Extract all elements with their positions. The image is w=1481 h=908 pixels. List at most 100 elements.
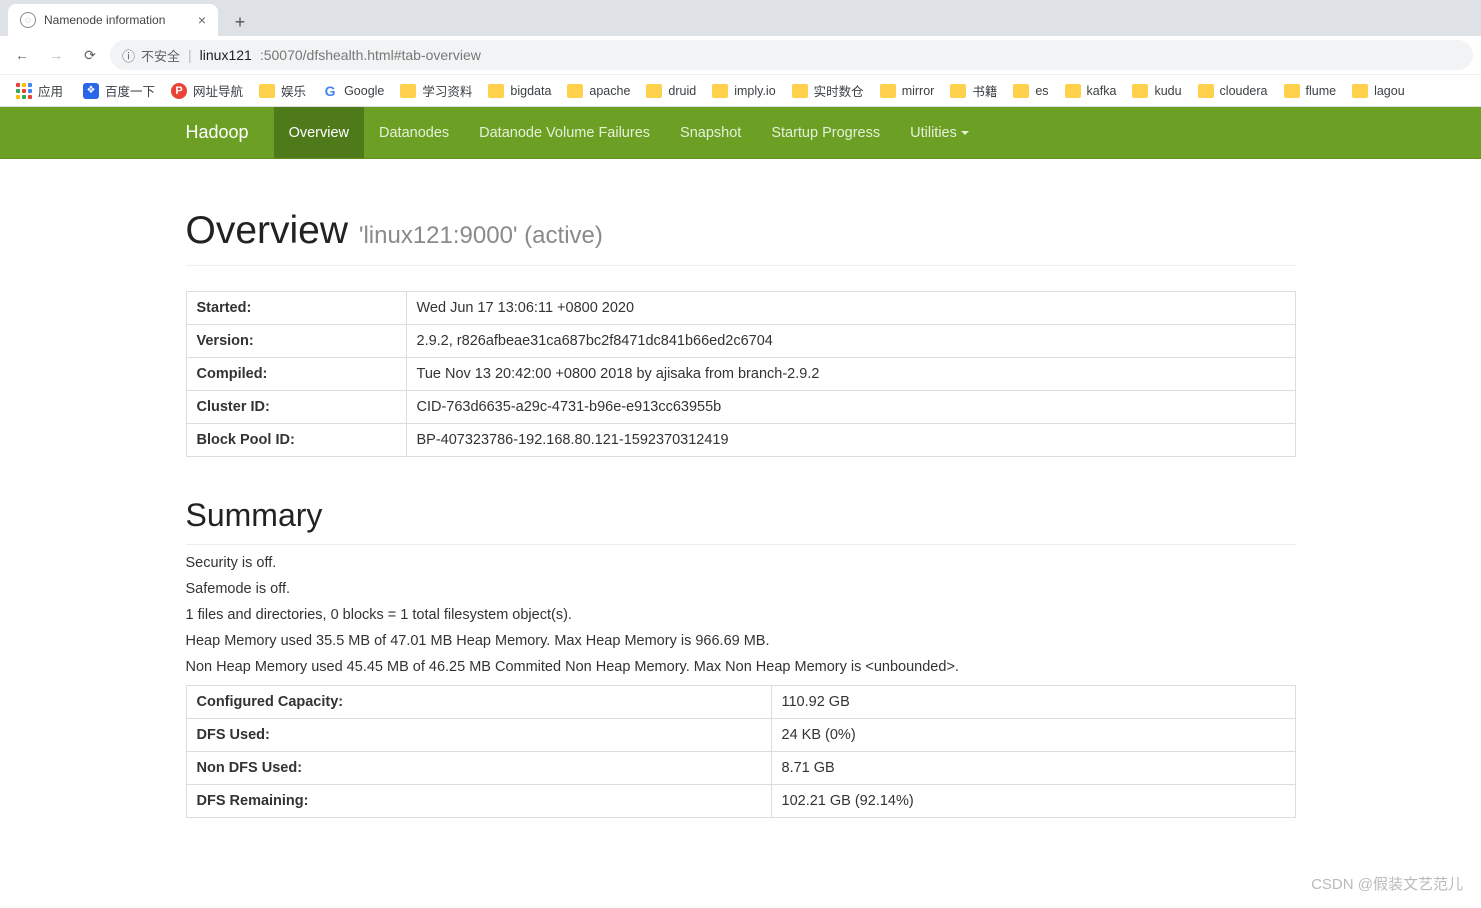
row-value: BP-407323786-192.168.80.121-159237031241…: [406, 424, 1295, 457]
bookmark-item[interactable]: mirror: [872, 77, 943, 104]
globe-icon: ◌: [20, 12, 36, 28]
summary-text: Safemode is off.: [186, 581, 1296, 597]
browser-tab[interactable]: ◌ Namenode information ×: [8, 4, 218, 36]
table-row: Compiled:Tue Nov 13 20:42:00 +0800 2018 …: [186, 358, 1295, 391]
bookmark-item[interactable]: 实时数仓: [784, 77, 872, 104]
bookmark-item[interactable]: flume: [1276, 77, 1345, 104]
bookmark-label: druid: [668, 84, 696, 98]
bookmark-label: 娱乐: [281, 81, 306, 100]
bookmark-label: 学习资料: [422, 81, 472, 100]
site-info[interactable]: ⓘ 不安全: [122, 46, 180, 65]
bookmark-item[interactable]: P 网址导航: [163, 77, 251, 104]
url-host: linux121: [200, 47, 252, 63]
security-label: 不安全: [141, 46, 180, 65]
bookmark-label: Google: [344, 84, 384, 98]
bookmark-item[interactable]: apache: [559, 77, 638, 104]
folder-icon: [1013, 84, 1029, 98]
bookmark-item[interactable]: lagou: [1344, 77, 1413, 104]
watermark: CSDN @假装文艺范儿: [1311, 873, 1463, 894]
bookmark-label: kudu: [1154, 84, 1181, 98]
row-value: 102.21 GB (92.14%): [771, 785, 1295, 818]
folder-icon: [880, 84, 896, 98]
info-icon: ⓘ: [122, 46, 135, 65]
bookmark-item[interactable]: cloudera: [1190, 77, 1276, 104]
address-bar[interactable]: ⓘ 不安全 | linux121:50070/dfshealth.html#ta…: [110, 40, 1473, 70]
close-icon[interactable]: ×: [198, 12, 206, 28]
table-row: Version:2.9.2, r826afbeae31ca687bc2f8471…: [186, 325, 1295, 358]
table-row: Non DFS Used:8.71 GB: [186, 752, 1295, 785]
table-row: Block Pool ID:BP-407323786-192.168.80.12…: [186, 424, 1295, 457]
folder-icon: [488, 84, 504, 98]
apps-button[interactable]: 应用: [8, 77, 71, 104]
site-icon: P: [171, 83, 187, 99]
url-path: :50070/dfshealth.html#tab-overview: [260, 47, 481, 63]
bookmark-item[interactable]: es: [1005, 77, 1056, 104]
overview-table: Started:Wed Jun 17 13:06:11 +0800 2020Ve…: [186, 291, 1296, 457]
bookmark-label: kafka: [1087, 84, 1117, 98]
row-key: Configured Capacity:: [186, 686, 771, 719]
row-key: Compiled:: [186, 358, 406, 391]
folder-icon: [712, 84, 728, 98]
new-tab-button[interactable]: +: [226, 8, 254, 36]
row-value: Tue Nov 13 20:42:00 +0800 2018 by ajisak…: [406, 358, 1295, 391]
nav-startup-progress[interactable]: Startup Progress: [756, 107, 895, 158]
nav-volume-failures[interactable]: Datanode Volume Failures: [464, 107, 665, 158]
google-icon: G: [322, 83, 338, 99]
folder-icon: [792, 84, 808, 98]
bookmark-label: 实时数仓: [814, 81, 864, 100]
folder-icon: [1065, 84, 1081, 98]
row-value: 24 KB (0%): [771, 719, 1295, 752]
row-value: Wed Jun 17 13:06:11 +0800 2020: [406, 292, 1295, 325]
bookmark-item[interactable]: druid: [638, 77, 704, 104]
h1-sub: 'linux121:9000' (active): [359, 222, 603, 249]
hadoop-navbar: Hadoop Overview Datanodes Datanode Volum…: [0, 107, 1481, 159]
tab-bar: ◌ Namenode information × +: [0, 0, 1481, 36]
bookmark-item[interactable]: bigdata: [480, 77, 559, 104]
row-key: Block Pool ID:: [186, 424, 406, 457]
bookmark-item[interactable]: G Google: [314, 77, 392, 104]
bookmark-label: imply.io: [734, 84, 775, 98]
nav-datanodes[interactable]: Datanodes: [364, 107, 464, 158]
nav-snapshot[interactable]: Snapshot: [665, 107, 756, 158]
back-button[interactable]: ←: [8, 41, 36, 69]
bookmark-label: mirror: [902, 84, 935, 98]
row-value: CID-763d6635-a29c-4731-b96e-e913cc63955b: [406, 391, 1295, 424]
bookmark-label: 网址导航: [193, 81, 243, 100]
folder-icon: [567, 84, 583, 98]
bookmark-label: lagou: [1374, 84, 1405, 98]
summary-table: Configured Capacity:110.92 GBDFS Used:24…: [186, 685, 1296, 818]
bookmark-item[interactable]: 娱乐: [251, 77, 314, 104]
row-key: Started:: [186, 292, 406, 325]
toolbar: ← → ⟳ ⓘ 不安全 | linux121:50070/dfshealth.h…: [0, 36, 1481, 74]
brand[interactable]: Hadoop: [186, 107, 264, 158]
summary-text: 1 files and directories, 0 blocks = 1 to…: [186, 607, 1296, 623]
browser-chrome: ◌ Namenode information × + ← → ⟳ ⓘ 不安全 |…: [0, 0, 1481, 107]
bookmarks-bar: 应用 ❖百度一下 P 网址导航 娱乐 G Google 学习资料 bigdata apache d…: [0, 74, 1481, 106]
row-key: DFS Remaining:: [186, 785, 771, 818]
row-key: Cluster ID:: [186, 391, 406, 424]
bookmark-item[interactable]: imply.io: [704, 77, 783, 104]
reload-button[interactable]: ⟳: [76, 41, 104, 69]
bookmark-item[interactable]: kudu: [1124, 77, 1189, 104]
summary-text: Heap Memory used 35.5 MB of 47.01 MB Hea…: [186, 633, 1296, 649]
nav-utilities-label: Utilities: [910, 125, 957, 141]
bookmark-item[interactable]: ❖百度一下: [75, 77, 163, 104]
folder-icon: [1284, 84, 1300, 98]
page-title: Overview 'linux121:9000' (active): [186, 209, 1296, 253]
row-value: 110.92 GB: [771, 686, 1295, 719]
row-key: DFS Used:: [186, 719, 771, 752]
bookmark-label: apache: [589, 84, 630, 98]
row-value: 8.71 GB: [771, 752, 1295, 785]
apps-icon: [16, 83, 32, 99]
bookmark-item[interactable]: 学习资料: [392, 77, 480, 104]
folder-icon: [400, 84, 416, 98]
forward-button[interactable]: →: [42, 41, 70, 69]
bookmark-item[interactable]: 书籍: [942, 77, 1005, 104]
nav-utilities[interactable]: Utilities: [895, 107, 984, 158]
bookmark-label: 百度一下: [105, 81, 155, 100]
page-content: Overview 'linux121:9000' (active) Starte…: [171, 159, 1311, 878]
row-key: Version:: [186, 325, 406, 358]
nav-overview[interactable]: Overview: [274, 107, 364, 158]
bookmark-item[interactable]: kafka: [1057, 77, 1125, 104]
table-row: DFS Used:24 KB (0%): [186, 719, 1295, 752]
